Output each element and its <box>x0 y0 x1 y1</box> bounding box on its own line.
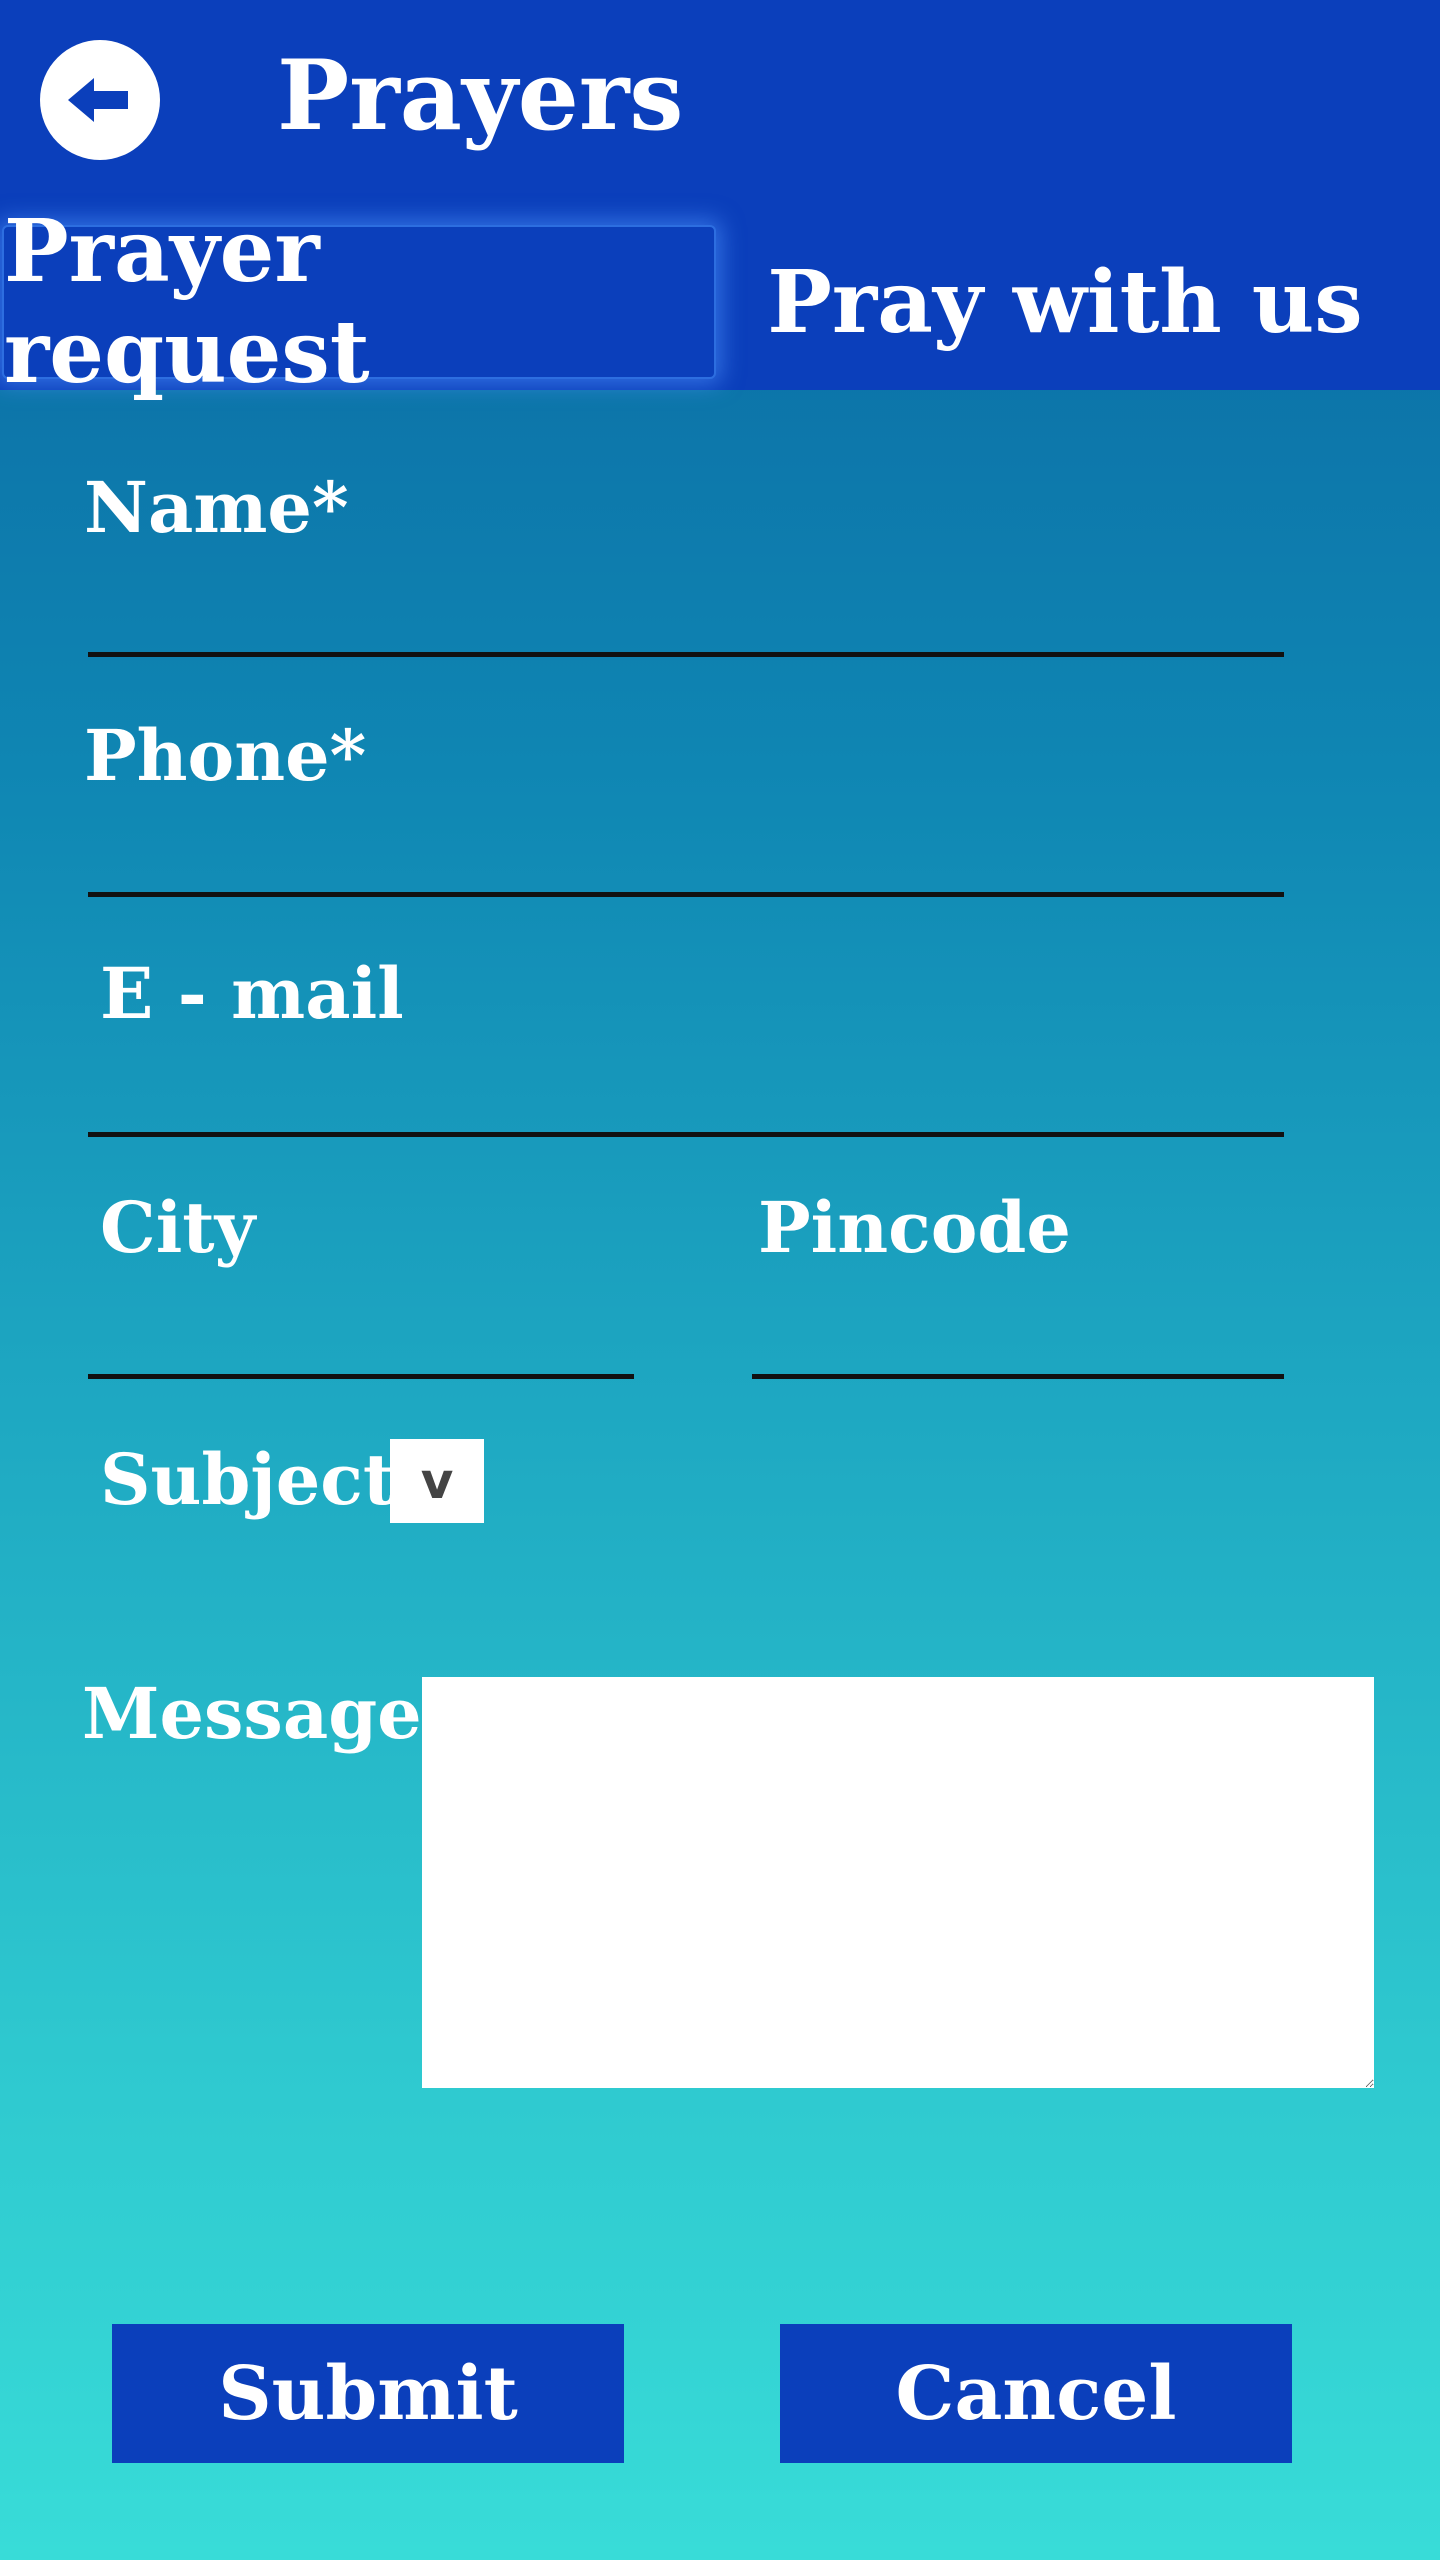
phone-label: Phone* <box>84 714 367 797</box>
city-underline <box>88 1374 634 1379</box>
phone-field[interactable] <box>88 800 1288 892</box>
page-title: Prayers <box>277 39 684 152</box>
back-button[interactable] <box>40 40 160 160</box>
name-label: Name* <box>84 466 349 549</box>
email-field[interactable] <box>88 1040 1288 1132</box>
city-label: City <box>100 1186 256 1269</box>
tab-prayer-request[interactable]: Prayer request <box>2 201 716 403</box>
email-underline <box>88 1132 1284 1137</box>
email-label: E - mail <box>100 952 404 1035</box>
subject-label: Subject <box>100 1438 396 1521</box>
pincode-field[interactable] <box>752 1282 1288 1374</box>
chevron-down-icon: v <box>420 1452 454 1510</box>
pincode-label: Pincode <box>758 1186 1071 1269</box>
message-label: Message* <box>82 1672 459 1755</box>
subject-dropdown[interactable]: v <box>390 1439 484 1523</box>
name-underline <box>88 652 1284 657</box>
pincode-underline <box>752 1374 1284 1379</box>
name-field[interactable] <box>88 560 1288 652</box>
submit-button[interactable]: Submit <box>112 2324 624 2463</box>
cancel-button[interactable]: Cancel <box>780 2324 1292 2463</box>
tab-pray-with-us[interactable]: Pray with us <box>760 225 1370 379</box>
message-textarea[interactable] <box>422 1677 1374 2088</box>
city-field[interactable] <box>88 1282 638 1374</box>
phone-underline <box>88 892 1284 897</box>
arrow-left-icon <box>68 78 128 122</box>
app-header: Prayers Prayer request Pray with us <box>0 0 1440 403</box>
